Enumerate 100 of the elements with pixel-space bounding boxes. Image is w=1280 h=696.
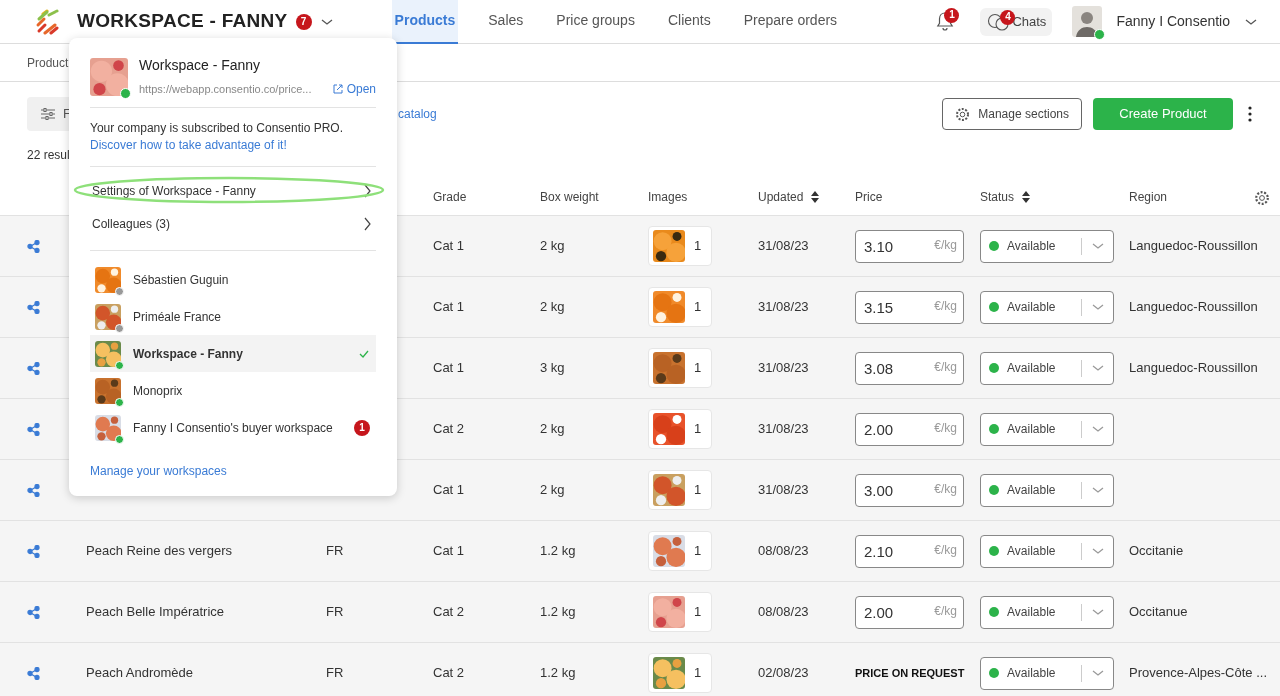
- breadcrumb-item[interactable]: Product: [27, 53, 69, 72]
- image-count: 1: [694, 542, 702, 561]
- status-select[interactable]: Available: [980, 351, 1114, 385]
- image-thumbnail-card[interactable]: 1: [648, 531, 712, 571]
- image-thumbnail-card[interactable]: 1: [648, 470, 712, 510]
- nav-tab[interactable]: Clients: [664, 0, 714, 44]
- share-icon[interactable]: [27, 362, 40, 376]
- menu-entry[interactable]: Colleagues (3): [90, 207, 376, 240]
- menu-entry[interactable]: Settings of Workspace - Fanny: [90, 174, 376, 207]
- bell-icon[interactable]: [936, 11, 955, 32]
- updated-date: 31/08/23: [758, 421, 809, 437]
- price-unit: €/kg: [934, 238, 957, 251]
- updated-date: 08/08/23: [758, 543, 809, 559]
- column-header: Grade: [433, 189, 467, 206]
- nav-tab[interactable]: Prepare orders: [740, 0, 841, 44]
- workspace-item[interactable]: Workspace - Fanny: [90, 335, 376, 372]
- share-icon[interactable]: [27, 301, 40, 315]
- origin: FR: [326, 543, 344, 559]
- sort-icon[interactable]: [811, 191, 820, 203]
- more-options-icon[interactable]: [1248, 106, 1252, 122]
- external-link-icon: [332, 84, 343, 94]
- sort-icon[interactable]: [1022, 191, 1031, 203]
- workspace-name[interactable]: WORKSPACE - FANNY: [77, 7, 288, 36]
- region: Provence-Alpes-Côte ...: [1129, 665, 1267, 681]
- share-icon[interactable]: [27, 423, 40, 437]
- column-header[interactable]: Status: [980, 188, 1015, 206]
- status-select[interactable]: Available: [980, 473, 1114, 507]
- logo-icon[interactable]: [35, 8, 61, 35]
- nav-tab[interactable]: Sales: [485, 0, 527, 44]
- image-count: 1: [694, 237, 702, 256]
- user-name[interactable]: Fanny I Consentio: [1116, 11, 1230, 32]
- status-select[interactable]: Available: [980, 534, 1114, 568]
- subscription-text: Your company is subscribed to Consentio PRO.: [90, 120, 345, 137]
- grade: Cat 2: [433, 421, 465, 437]
- price-unit: €/kg: [934, 360, 957, 373]
- manage-sections-button[interactable]: Manage sections: [942, 98, 1082, 130]
- share-icon[interactable]: [27, 484, 40, 498]
- image-thumbnail-card[interactable]: 1: [648, 409, 712, 449]
- box-weight: 2 kg: [540, 482, 565, 498]
- grade: Cat 1: [433, 360, 465, 376]
- updated-date: 31/08/23: [758, 238, 809, 254]
- price-unit: €/kg: [934, 604, 957, 617]
- discover-link[interactable]: Discover how to take advantage of it!: [90, 137, 287, 154]
- image-count: 1: [694, 298, 702, 317]
- column-header: Region: [1129, 189, 1168, 206]
- catalog-link[interactable]: catalog: [398, 105, 437, 123]
- status-select[interactable]: Available: [980, 290, 1114, 324]
- image-thumbnail-card[interactable]: 1: [648, 592, 712, 632]
- grade: Cat 1: [433, 238, 465, 254]
- price-on-request: PRICE ON REQUEST: [855, 667, 965, 680]
- product-name: Peach Reine des vergers: [86, 543, 232, 559]
- updated-date: 31/08/23: [758, 360, 809, 376]
- image-thumbnail-card[interactable]: 1: [648, 287, 712, 327]
- image-count: 1: [694, 481, 702, 500]
- nav-tab[interactable]: Products: [391, 0, 459, 44]
- status-select[interactable]: Available: [980, 595, 1114, 629]
- workspace-item[interactable]: Monoprix: [90, 372, 376, 409]
- image-thumbnail-card[interactable]: 1: [648, 348, 712, 388]
- grade: Cat 1: [433, 299, 465, 315]
- grade: Cat 2: [433, 665, 465, 681]
- box-weight: 2 kg: [540, 299, 565, 315]
- box-weight: 1.2 kg: [540, 665, 576, 681]
- image-count: 1: [694, 420, 702, 439]
- price-unit: €/kg: [934, 482, 957, 495]
- chevron-right-icon: [362, 216, 372, 231]
- origin: FR: [326, 604, 344, 620]
- settings-icon[interactable]: [1254, 189, 1270, 206]
- image-thumbnail-card[interactable]: 1: [648, 653, 712, 693]
- user-avatar-icon[interactable]: [1072, 6, 1103, 37]
- price-unit: €/kg: [934, 299, 957, 312]
- workspace-item[interactable]: Fanny I Consentio's buyer workspace 1: [90, 409, 376, 446]
- region: Languedoc-Roussillon: [1129, 360, 1258, 376]
- product-name: Peach Andromède: [86, 665, 193, 681]
- open-link[interactable]: Open: [332, 80, 376, 98]
- share-icon[interactable]: [27, 545, 40, 559]
- origin: FR: [326, 665, 344, 681]
- workspace-item[interactable]: Sébastien Guguin: [90, 261, 376, 298]
- share-icon[interactable]: [27, 606, 40, 620]
- status-select[interactable]: Available: [980, 656, 1114, 690]
- column-header[interactable]: Updated: [758, 188, 804, 206]
- workspace-url: https://webapp.consentio.co/price...: [139, 81, 312, 97]
- status-select[interactable]: Available: [980, 229, 1114, 263]
- price-unit: €/kg: [934, 421, 957, 434]
- region: Occitanue: [1129, 604, 1188, 620]
- check-icon: [359, 349, 369, 358]
- notification-badge: 1: [944, 7, 960, 23]
- workspace-item[interactable]: Priméale France: [90, 298, 376, 335]
- results-count: 22 resul: [27, 148, 70, 162]
- box-weight: 1.2 kg: [540, 543, 576, 559]
- nav-tab[interactable]: Price groups: [553, 0, 638, 44]
- share-icon[interactable]: [27, 667, 40, 681]
- image-thumbnail-card[interactable]: 1: [648, 226, 712, 266]
- updated-date: 08/08/23: [758, 604, 809, 620]
- status-select[interactable]: Available: [980, 412, 1114, 446]
- grade: Cat 1: [433, 543, 465, 559]
- product-name: Peach Belle Impératrice: [86, 604, 224, 620]
- column-header: Price: [855, 189, 883, 206]
- price-unit: €/kg: [934, 543, 957, 556]
- share-icon[interactable]: [27, 240, 40, 254]
- manage-workspaces-link[interactable]: Manage your workspaces: [90, 464, 227, 478]
